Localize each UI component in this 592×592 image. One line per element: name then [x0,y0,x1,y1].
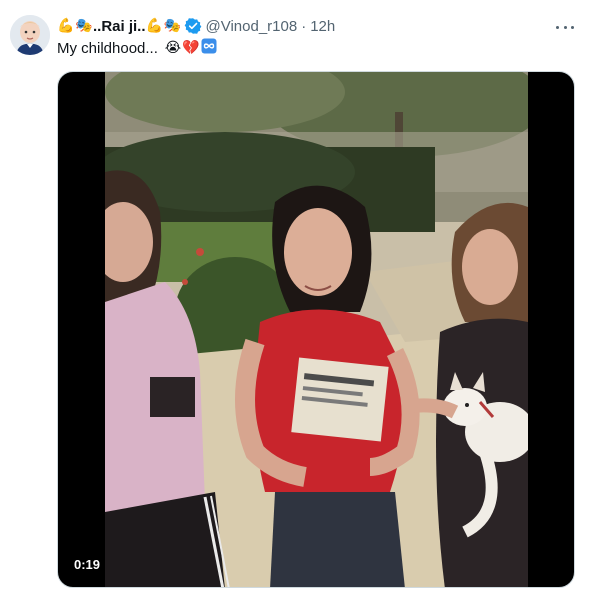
verified-badge-icon [184,17,202,35]
performing-arts-icon: 🎭 [75,18,93,34]
more-options-icon[interactable] [556,20,574,34]
video-duration: 0:19 [70,553,105,575]
tweet-card[interactable]: 💪 🎭 ..Rai ji.. 💪 🎭 @Vinod_r108 · 12h My … [0,0,592,592]
flexed-biceps-icon: 💪 [145,18,164,34]
video-player[interactable]: 0:19 [57,71,575,588]
tweet-body: My childhood... [57,39,158,57]
separator-dot: · [301,17,307,35]
author-handle[interactable]: @Vinod_r108 [206,18,298,35]
flexed-biceps-icon: 💪 [57,18,75,34]
tweet-text: My childhood... 😭 💔 [57,37,218,59]
infinity-icon [200,38,218,58]
broken-heart-icon: 💔 [182,40,200,56]
performing-arts-icon: 🎭 [163,18,182,34]
loudly-crying-face-icon: 😭 [164,40,182,56]
tweet-timestamp[interactable]: 12h [310,18,335,35]
video-thumbnail [105,72,528,587]
display-name[interactable]: ..Rai ji.. [93,18,146,35]
avatar[interactable] [10,15,50,55]
tweet-header: 💪 🎭 ..Rai ji.. 💪 🎭 @Vinod_r108 · 12h [57,15,335,37]
